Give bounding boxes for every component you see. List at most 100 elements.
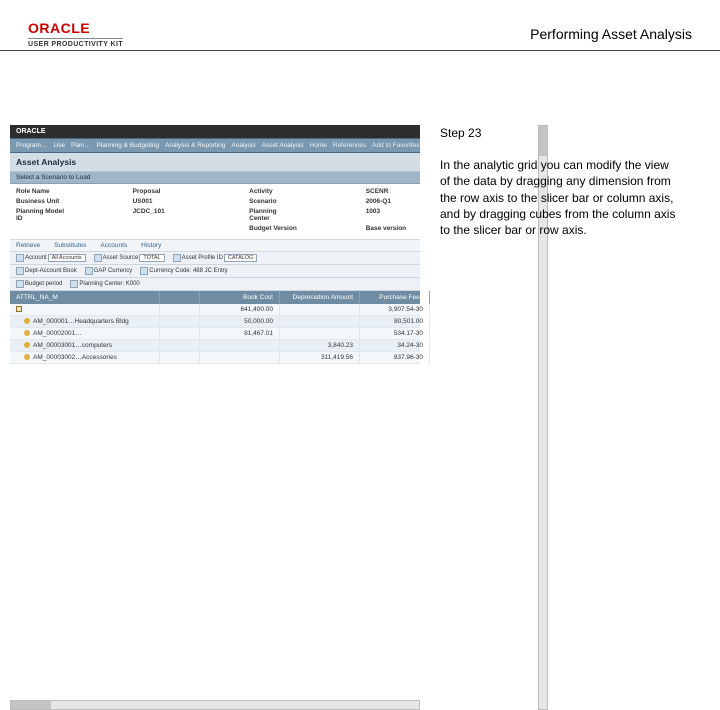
dim-label[interactable]: GAP Currency	[94, 268, 133, 274]
fld-value	[191, 188, 239, 195]
fld-label	[16, 225, 64, 232]
app-breadcrumb: Program… Use Plan… Planning & Budgeting …	[10, 138, 420, 153]
page-title: Performing Asset Analysis	[530, 26, 692, 42]
fld-value	[191, 198, 239, 205]
cell: 3,907.54-30	[360, 304, 430, 315]
fld-label: Role Name	[16, 188, 64, 195]
cell	[280, 316, 360, 327]
grid-row[interactable]: AM_000001…Headquarters Bldg 50,000.00 80…	[10, 316, 420, 328]
fld-label: Planning Center	[249, 208, 297, 222]
grid-row[interactable]: AM_00003001…computers 3,840.23 34.24-30	[10, 340, 420, 352]
dim-select[interactable]: TOTAL	[139, 254, 164, 262]
fld-value	[191, 225, 239, 232]
crumb[interactable]: Planning & Budgeting	[97, 142, 160, 149]
dim-icon	[94, 254, 102, 262]
crumb[interactable]: Use	[53, 142, 65, 149]
col-header[interactable]: Depreciation Amount	[280, 291, 360, 304]
dim-icon	[16, 280, 24, 288]
dim-icon	[140, 267, 148, 275]
brand-logo: ORACLE USER PRODUCTIVITY KIT	[28, 20, 123, 48]
leaf-icon	[24, 318, 30, 324]
cell: 50,000.00	[200, 316, 280, 327]
dim-select[interactable]: CATALOG	[224, 254, 257, 262]
dim-icon	[16, 267, 24, 275]
col-header[interactable]: ATTRL_NA_M	[10, 291, 160, 304]
expand-icon[interactable]	[16, 306, 22, 312]
crumb[interactable]: Analysis & Reporting	[165, 142, 225, 149]
row-name: AM_00003001…computers	[33, 342, 112, 349]
dim-label[interactable]: Planning Center: K000	[79, 281, 139, 287]
horizontal-scrollbar[interactable]	[10, 700, 420, 710]
fld-label: SCENR	[366, 188, 414, 195]
col-header[interactable]	[160, 291, 200, 304]
crumb[interactable]: Asset Analysis	[262, 142, 304, 149]
header-rule	[0, 50, 720, 51]
link-substitutes[interactable]: Substitutes	[54, 242, 86, 249]
dim-label[interactable]: Account	[25, 255, 47, 261]
load-scenario-bar[interactable]: Select a Scenario to Load	[10, 172, 420, 184]
dim-icon	[16, 254, 24, 262]
leaf-icon	[24, 342, 30, 348]
step-label: Step 23	[440, 125, 680, 141]
fld-label: Activity	[249, 188, 297, 195]
slicer-bar-1[interactable]: Account All Accounts Asset Source TOTAL …	[10, 252, 420, 265]
fld-value	[307, 198, 355, 205]
grid-header: ATTRL_NA_M Book Cost Depreciation Amount…	[10, 291, 420, 304]
dim-label[interactable]: Budget period	[25, 281, 62, 287]
dim-label[interactable]: Dept-Account Book	[25, 268, 77, 274]
dim-label[interactable]: Asset Profile ID	[182, 255, 223, 261]
app-screenshot: ORACLE Program… Use Plan… Planning & Bud…	[10, 125, 420, 364]
grid-row[interactable]: 641,400.00 3,907.54-30	[10, 304, 420, 316]
leaf-icon	[24, 354, 30, 360]
dim-icon	[70, 280, 78, 288]
fld-value	[74, 198, 122, 205]
fld-value	[307, 225, 355, 232]
col-header[interactable]: Purchase Fees	[360, 291, 430, 304]
step-panel: Step 23 In the analytic grid you can mod…	[440, 125, 680, 238]
brand-text: ORACLE	[28, 20, 123, 36]
crumb[interactable]: Plan…	[71, 142, 91, 149]
nav-ref[interactable]: References	[333, 142, 366, 149]
fld-value	[307, 208, 355, 222]
nav-fav[interactable]: Add to Favorites	[372, 142, 419, 149]
nav-home[interactable]: Home	[310, 142, 327, 149]
fld-label: Budget Version	[249, 225, 297, 232]
dim-icon	[85, 267, 93, 275]
cell: 311,419.56	[280, 352, 360, 363]
dim-select[interactable]: All Accounts	[48, 254, 86, 262]
slicer-bar-2[interactable]: Dept-Account Book GAP Currency Currency …	[10, 265, 420, 278]
criteria-fields: Role Name Proposal Activity SCENR Busine…	[10, 184, 420, 239]
fld-value	[191, 208, 239, 222]
leaf-icon	[24, 330, 30, 336]
link-history[interactable]: History	[141, 242, 161, 249]
cell: 34.24-30	[360, 340, 430, 351]
dim-icon	[173, 254, 181, 262]
link-accounts[interactable]: Accounts	[100, 242, 127, 249]
fld-value	[74, 188, 122, 195]
crumb[interactable]: Analysis	[231, 142, 255, 149]
slicer-bar-3[interactable]: Budget period Planning Center: K000	[10, 278, 420, 291]
fld-value	[74, 225, 122, 232]
fld-label: Base version	[366, 225, 414, 232]
brand-subtext: USER PRODUCTIVITY KIT	[28, 38, 123, 48]
page-band: Asset Analysis	[10, 153, 420, 172]
dim-label[interactable]: Asset Source	[103, 255, 139, 261]
link-retrieve[interactable]: Retrieve	[16, 242, 40, 249]
cell	[280, 304, 360, 315]
col-header[interactable]: Book Cost	[200, 291, 280, 304]
fld-label: Proposal	[133, 188, 181, 195]
cell	[280, 328, 360, 339]
cell	[200, 352, 280, 363]
crumb[interactable]: Program…	[16, 142, 47, 149]
cell: 80,501.00	[360, 316, 430, 327]
scroll-thumb[interactable]	[11, 701, 51, 709]
cell: 3,840.23	[280, 340, 360, 351]
grid-row[interactable]: AM_00002001… 81,467.01 534.17-30	[10, 328, 420, 340]
grid-row[interactable]: AM_00003002…Accessories 311,419.56 937.9…	[10, 352, 420, 364]
cell: 534.17-30	[360, 328, 430, 339]
fld-label	[133, 225, 181, 232]
link-row: Retrieve Substitutes Accounts History	[10, 239, 420, 252]
dim-label[interactable]: Currency Code: 488 JC Entry	[149, 268, 227, 274]
step-body: In the analytic grid you can modify the …	[440, 157, 680, 238]
cell	[200, 340, 280, 351]
